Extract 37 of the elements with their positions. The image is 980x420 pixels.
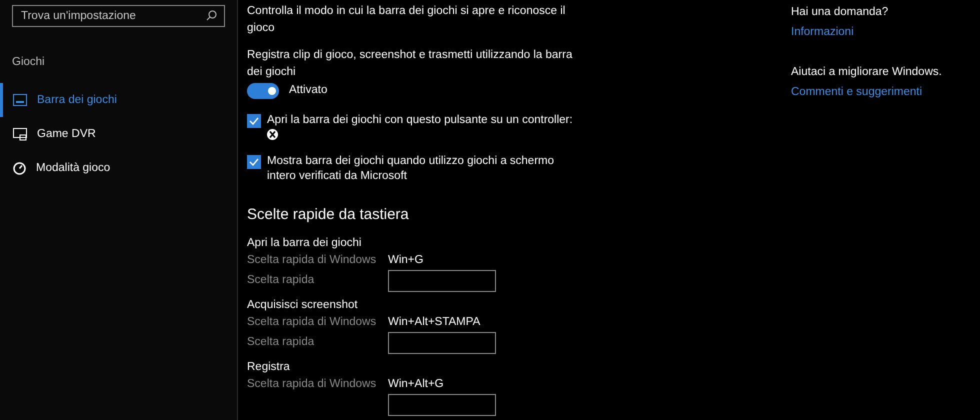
checkbox[interactable] bbox=[247, 114, 261, 128]
monitor-icon bbox=[13, 128, 27, 141]
shortcut-label: Scelta rapida di Windows bbox=[247, 314, 378, 330]
gauge-icon bbox=[13, 162, 26, 175]
description-text: Controlla il modo in cui la barra dei giochi si apre e riconosce il gioco bbox=[247, 4, 566, 36]
checkbox-label: Mostra barra dei giochi quando utilizzo giochi a schermo intero verificati da Microsoft bbox=[267, 154, 556, 184]
game-bar-icon bbox=[13, 94, 27, 106]
help-link[interactable]: Commenti e suggerimenti bbox=[791, 83, 942, 101]
sidebar-item[interactable]: Modalità gioco bbox=[0, 151, 237, 186]
section-heading: Scelte rapide da tastiera bbox=[247, 205, 410, 226]
shortcut-label: Scelta rapida di Windows bbox=[247, 252, 378, 268]
shortcut-title: Acquisisci screenshot bbox=[247, 298, 359, 313]
sidebar-item[interactable]: Barra dei giochi bbox=[0, 83, 237, 118]
help-heading: Aiutaci a migliorare Windows. bbox=[791, 65, 942, 80]
shortcut-title: Registra bbox=[247, 360, 291, 375]
search-field[interactable]: Trova un'impostazione bbox=[12, 5, 225, 27]
shortcut-field[interactable] bbox=[388, 270, 496, 292]
shortcut-value: Win+Alt+STAMPA bbox=[388, 314, 480, 330]
shortcut-value: Win+G bbox=[388, 252, 424, 268]
toggle-label: Attivato bbox=[289, 83, 328, 98]
checkbox[interactable] bbox=[247, 155, 261, 170]
help-link[interactable]: Informazioni bbox=[791, 23, 942, 41]
checkbox-label: Apri la barra dei giochi con questo pulsante su un controller: bbox=[267, 113, 574, 128]
shortcut-value: Win+Alt+G bbox=[388, 376, 444, 392]
shortcut-label: Scelta rapida bbox=[247, 335, 316, 350]
setting-label: Registra clip di gioco, screenshot e trasmetti utilizzando la barra dei giochi bbox=[247, 48, 574, 80]
section-heading: Giochi bbox=[12, 55, 46, 70]
help-heading: Hai una domanda? bbox=[791, 5, 890, 20]
sidebar-item[interactable]: Game DVR bbox=[0, 117, 237, 152]
shortcut-label: Scelta rapida di Windows bbox=[247, 376, 378, 392]
shortcut-field[interactable] bbox=[388, 394, 496, 416]
shortcut-title: Apri la barra dei giochi bbox=[247, 236, 362, 251]
search-icon bbox=[206, 10, 217, 21]
controller-button-icon bbox=[267, 129, 278, 140]
toggle-switch[interactable] bbox=[247, 82, 279, 99]
shortcut-label: Scelta rapida bbox=[247, 273, 316, 288]
shortcut-field[interactable] bbox=[388, 332, 496, 354]
